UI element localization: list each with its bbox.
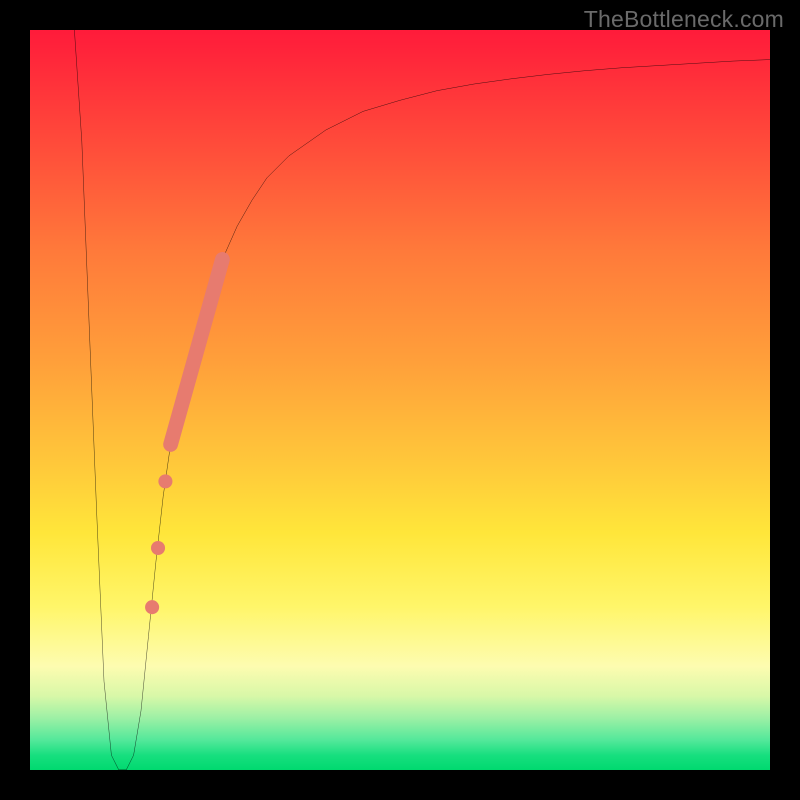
watermark-text: TheBottleneck.com — [584, 6, 784, 33]
highlight-band — [171, 259, 223, 444]
curve-layer — [30, 30, 770, 770]
highlight-dot — [145, 600, 159, 614]
highlight-dot — [158, 474, 172, 488]
chart-frame: TheBottleneck.com — [0, 0, 800, 800]
highlight-dot — [151, 541, 165, 555]
plot-area — [30, 30, 770, 770]
